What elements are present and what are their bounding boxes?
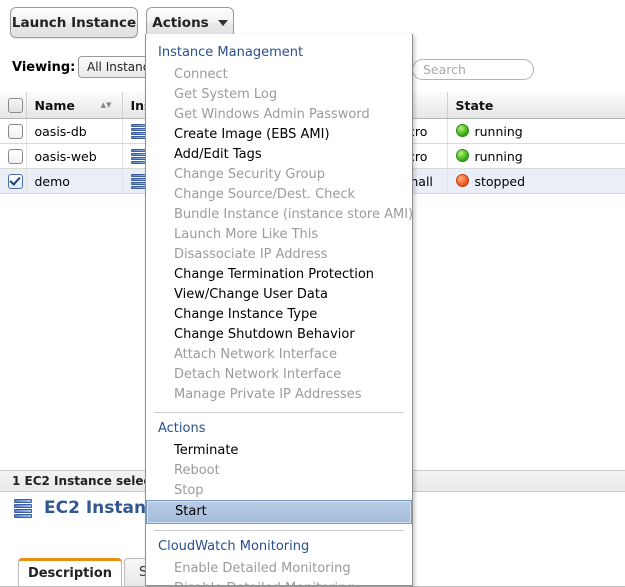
status-indicator-icon	[455, 123, 469, 137]
select-all-checkbox[interactable]	[8, 98, 23, 113]
status-badge: running	[474, 148, 523, 164]
menu-item-launch-more-like-this: Launch More Like This	[174, 227, 319, 242]
column-header-state-label: State	[455, 97, 494, 113]
menu-item-get-system-log: Get System Log	[174, 87, 278, 102]
sort-icon[interactable]: ▴▾	[100, 98, 111, 111]
actions-label: Actions	[152, 14, 209, 31]
menu-item-manage-private-ip-addresses: Manage Private IP Addresses	[174, 387, 362, 402]
column-header-name[interactable]: Name ▴▾	[26, 92, 123, 119]
menu-item-attach-network-interface: Attach Network Interface	[174, 347, 337, 362]
menu-group-heading: Actions	[158, 421, 206, 436]
menu-item-connect: Connect	[174, 67, 228, 82]
cell-name: oasis-db	[26, 118, 123, 144]
row-checkbox[interactable]	[8, 149, 23, 164]
launch-instance-button[interactable]: Launch Instance	[10, 7, 138, 38]
cell-state: running	[447, 143, 625, 169]
menu-group-heading: Instance Management	[158, 45, 304, 60]
server-icon	[14, 499, 32, 518]
menu-separator	[154, 412, 404, 413]
chevron-down-icon	[217, 19, 228, 26]
menu-item-terminate[interactable]: Terminate	[146, 441, 412, 461]
server-icon	[130, 174, 146, 189]
menu-item-view-change-user-data[interactable]: View/Change User Data	[146, 285, 412, 305]
menu-item-change-source-dest-check: Change Source/Dest. Check	[174, 187, 356, 202]
menu-separator	[154, 530, 404, 531]
status-indicator-icon	[455, 148, 469, 162]
menu-item-change-instance-type[interactable]: Change Instance Type	[146, 305, 412, 325]
status-indicator-icon	[455, 173, 469, 187]
launch-instance-label: Launch Instance	[11, 14, 137, 31]
menu-item-change-shutdown-behavior[interactable]: Change Shutdown Behavior	[146, 325, 412, 345]
row-select-cell[interactable]	[0, 118, 27, 144]
status-badge: stopped	[474, 173, 526, 189]
menu-item-change-termination-protection[interactable]: Change Termination Protection	[146, 265, 412, 285]
select-all-header[interactable]	[0, 92, 27, 119]
menu-item-detach-network-interface: Detach Network Interface	[174, 367, 342, 382]
row-checkbox[interactable]	[8, 174, 23, 189]
cell-name: oasis-web	[26, 143, 123, 169]
row-select-cell[interactable]	[0, 143, 27, 169]
row-select-cell[interactable]	[0, 168, 27, 194]
menu-item-change-security-group: Change Security Group	[174, 167, 325, 182]
menu-item-start[interactable]: Start	[146, 500, 412, 524]
menu-item-enable-detailed-monitoring: Enable Detailed Monitoring	[174, 561, 351, 576]
menu-item-add-edit-tags[interactable]: Add/Edit Tags	[146, 145, 412, 165]
menu-item-get-windows-admin-password: Get Windows Admin Password	[174, 107, 370, 122]
menu-item-bundle-instance-instance-store-ami: Bundle Instance (instance store AMI)	[174, 207, 413, 222]
status-badge: running	[474, 123, 523, 139]
actions-dropdown-menu[interactable]: Instance Management Connect Get System Log…	[145, 34, 413, 586]
cell-name: demo	[26, 168, 123, 194]
search-input[interactable]	[412, 59, 534, 80]
viewing-label: Viewing:	[12, 60, 76, 75]
server-icon	[130, 124, 146, 139]
row-checkbox[interactable]	[8, 124, 23, 139]
column-header-state[interactable]: State	[447, 92, 625, 119]
menu-group-heading: CloudWatch Monitoring	[158, 539, 310, 554]
column-header-name-label: Name	[34, 97, 75, 113]
menu-item-disable-detailed-monitoring: Disable Detailed Monitoring	[146, 579, 412, 585]
menu-item-reboot: Reboot	[174, 463, 220, 478]
tab-description-label: Description	[27, 566, 113, 581]
menu-item-create-image-ebs-ami[interactable]: Create Image (EBS AMI)	[146, 125, 412, 145]
menu-item-disassociate-ip-address: Disassociate IP Address	[174, 247, 328, 262]
tab-description[interactable]: Description	[18, 558, 122, 586]
cell-state: stopped	[447, 168, 625, 194]
server-icon	[130, 149, 146, 164]
menu-item-stop: Stop	[174, 483, 204, 498]
cell-state: running	[447, 118, 625, 144]
